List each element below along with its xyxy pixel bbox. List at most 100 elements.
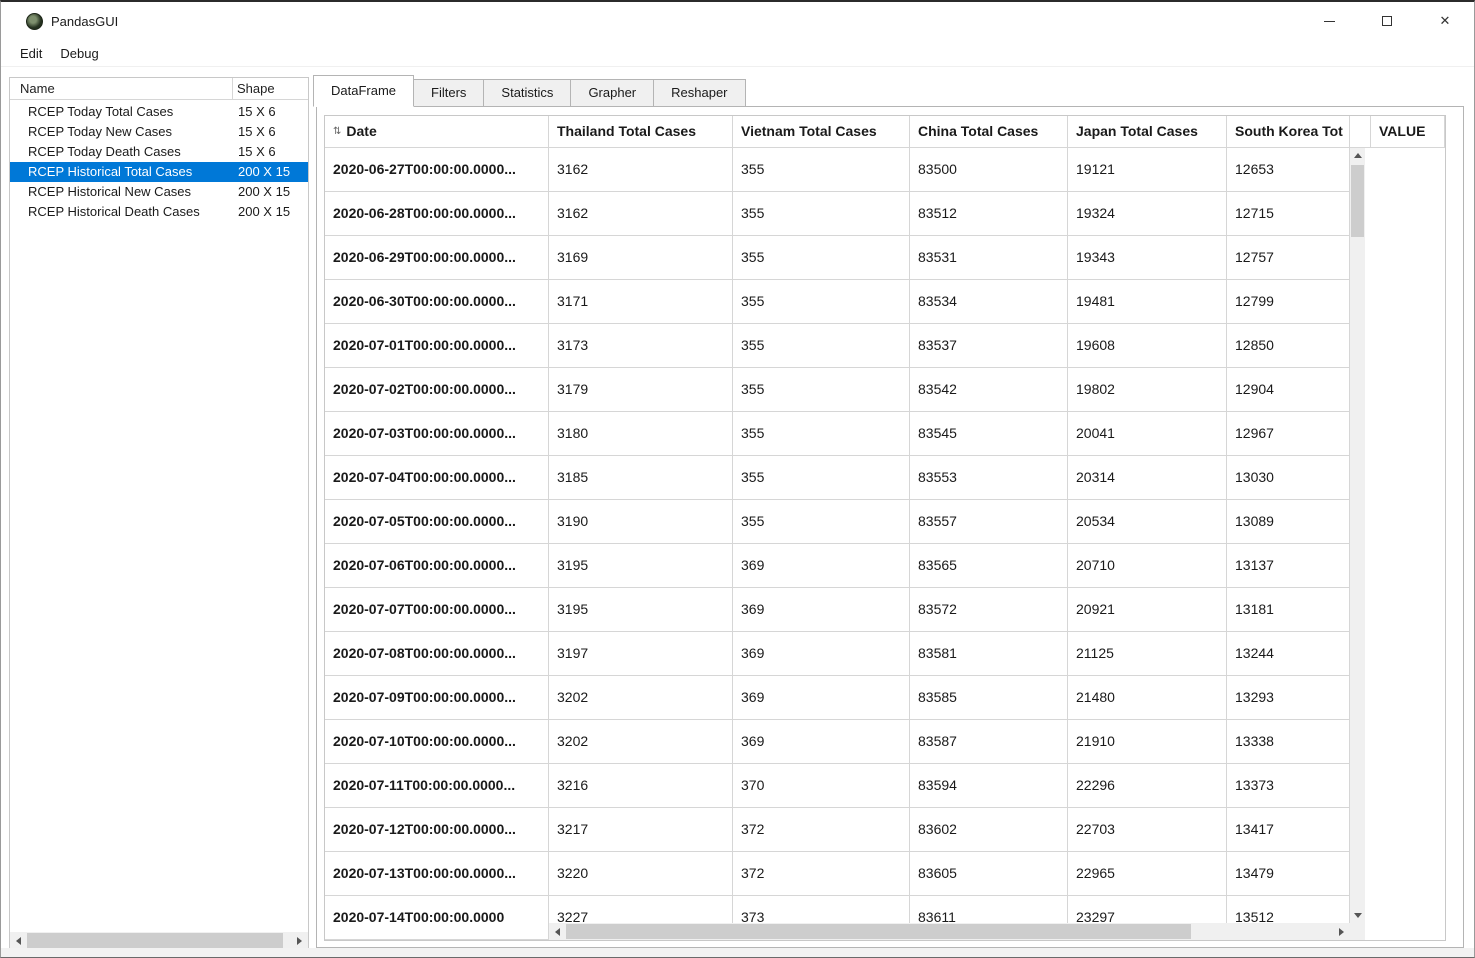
data-cell[interactable]: 372 <box>733 808 910 851</box>
date-cell[interactable]: 2020-06-27T00:00:00.0000... <box>325 148 549 191</box>
data-cell[interactable]: 83572 <box>910 588 1068 631</box>
data-cell[interactable]: 3195 <box>549 544 733 587</box>
date-cell[interactable]: 2020-07-03T00:00:00.0000... <box>325 412 549 455</box>
date-cell[interactable]: 2020-07-13T00:00:00.0000... <box>325 852 549 895</box>
sidebar-horizontal-scrollbar[interactable] <box>10 932 308 949</box>
data-cell[interactable]: 13373 <box>1227 764 1350 807</box>
data-cell[interactable]: 19343 <box>1068 236 1227 279</box>
data-cell[interactable]: 3180 <box>549 412 733 455</box>
data-cell[interactable]: 3162 <box>549 192 733 235</box>
data-cell[interactable]: 12904 <box>1227 368 1350 411</box>
date-cell[interactable]: 2020-07-01T00:00:00.0000... <box>325 324 549 367</box>
minimize-button[interactable] <box>1300 2 1358 40</box>
date-cell[interactable]: 2020-06-29T00:00:00.0000... <box>325 236 549 279</box>
data-cell[interactable]: 372 <box>733 852 910 895</box>
date-cell[interactable]: 2020-06-28T00:00:00.0000... <box>325 192 549 235</box>
data-cell[interactable]: 355 <box>733 500 910 543</box>
data-cell[interactable]: 355 <box>733 368 910 411</box>
data-cell[interactable]: 83512 <box>910 192 1068 235</box>
data-cell[interactable]: 83534 <box>910 280 1068 323</box>
tab-filters[interactable]: Filters <box>413 79 485 107</box>
data-cell[interactable]: 13089 <box>1227 500 1350 543</box>
tab-statistics[interactable]: Statistics <box>483 79 572 107</box>
column-header-south-korea-tot[interactable]: South Korea Tot <box>1227 116 1350 147</box>
date-cell[interactable]: 2020-07-04T00:00:00.0000... <box>325 456 549 499</box>
data-cell[interactable]: 3190 <box>549 500 733 543</box>
data-cell[interactable]: 3162 <box>549 148 733 191</box>
data-cell[interactable]: 13137 <box>1227 544 1350 587</box>
date-cell[interactable]: 2020-06-30T00:00:00.0000... <box>325 280 549 323</box>
data-cell[interactable]: 369 <box>733 720 910 763</box>
data-cell[interactable]: 12799 <box>1227 280 1350 323</box>
data-cell[interactable]: 83557 <box>910 500 1068 543</box>
data-cell[interactable]: 83500 <box>910 148 1068 191</box>
data-cell[interactable]: 3216 <box>549 764 733 807</box>
data-cell[interactable]: 20534 <box>1068 500 1227 543</box>
data-cell[interactable]: 355 <box>733 412 910 455</box>
data-cell[interactable]: 83553 <box>910 456 1068 499</box>
data-cell[interactable]: 3217 <box>549 808 733 851</box>
scroll-right-button[interactable] <box>291 932 308 949</box>
data-cell[interactable]: 3185 <box>549 456 733 499</box>
scroll-down-button[interactable] <box>1350 908 1365 923</box>
dataframe-list-item-rcep-historical-new-cases[interactable]: RCEP Historical New Cases 200 X 15 <box>10 182 308 202</box>
data-cell[interactable]: 22965 <box>1068 852 1227 895</box>
data-cell[interactable]: 19324 <box>1068 192 1227 235</box>
data-cell[interactable]: 83587 <box>910 720 1068 763</box>
scroll-up-button[interactable] <box>1350 148 1365 163</box>
scrollbar-thumb[interactable] <box>566 924 1191 939</box>
date-cell[interactable]: 2020-07-09T00:00:00.0000... <box>325 676 549 719</box>
dataframe-list-item-rcep-historical-death-cases[interactable]: RCEP Historical Death Cases 200 X 15 <box>10 202 308 222</box>
tab-reshaper[interactable]: Reshaper <box>653 79 746 107</box>
data-cell[interactable]: 83542 <box>910 368 1068 411</box>
data-cell[interactable]: 22703 <box>1068 808 1227 851</box>
data-cell[interactable]: 355 <box>733 192 910 235</box>
scrollbar-track[interactable] <box>27 932 291 949</box>
scroll-left-button[interactable] <box>549 923 566 940</box>
data-cell[interactable]: 83565 <box>910 544 1068 587</box>
date-cell[interactable]: 2020-07-10T00:00:00.0000... <box>325 720 549 763</box>
data-cell[interactable]: 3220 <box>549 852 733 895</box>
splitter-handle[interactable] <box>309 77 316 950</box>
data-cell[interactable]: 369 <box>733 632 910 675</box>
data-cell[interactable]: 83545 <box>910 412 1068 455</box>
date-cell[interactable]: 2020-07-12T00:00:00.0000... <box>325 808 549 851</box>
tab-dataframe[interactable]: DataFrame <box>313 75 415 107</box>
column-header-thailand-total-cases[interactable]: Thailand Total Cases <box>549 116 733 147</box>
data-cell[interactable]: 20314 <box>1068 456 1227 499</box>
tab-grapher[interactable]: Grapher <box>570 79 655 107</box>
scrollbar-thumb[interactable] <box>27 933 283 948</box>
data-cell[interactable]: 12715 <box>1227 192 1350 235</box>
data-cell[interactable]: 3169 <box>549 236 733 279</box>
data-cell[interactable]: 13181 <box>1227 588 1350 631</box>
data-cell[interactable]: 3202 <box>549 720 733 763</box>
scrollbar-track[interactable] <box>566 923 1333 940</box>
data-cell[interactable]: 12653 <box>1227 148 1350 191</box>
data-cell[interactable]: 83537 <box>910 324 1068 367</box>
data-cell[interactable]: 13338 <box>1227 720 1350 763</box>
scroll-right-button[interactable] <box>1333 923 1350 940</box>
data-cell[interactable]: 19802 <box>1068 368 1227 411</box>
data-cell[interactable]: 355 <box>733 148 910 191</box>
column-header-value[interactable]: VALUE <box>1370 116 1445 147</box>
data-cell[interactable]: 13417 <box>1227 808 1350 851</box>
dataframe-list-item-rcep-historical-total-cases[interactable]: RCEP Historical Total Cases 200 X 15 <box>10 162 308 182</box>
data-cell[interactable]: 20921 <box>1068 588 1227 631</box>
date-cell[interactable]: 2020-07-08T00:00:00.0000... <box>325 632 549 675</box>
data-cell[interactable]: 21125 <box>1068 632 1227 675</box>
data-cell[interactable]: 13293 <box>1227 676 1350 719</box>
data-cell[interactable]: 83605 <box>910 852 1068 895</box>
column-header-vietnam-total-cases[interactable]: Vietnam Total Cases <box>733 116 910 147</box>
date-cell[interactable]: 2020-07-14T00:00:00.0000 <box>325 896 549 939</box>
data-cell[interactable]: 13479 <box>1227 852 1350 895</box>
list-column-header-name[interactable]: Name <box>10 78 232 99</box>
data-cell[interactable]: 19121 <box>1068 148 1227 191</box>
data-cell[interactable]: 83581 <box>910 632 1068 675</box>
data-cell[interactable]: 83531 <box>910 236 1068 279</box>
data-cell[interactable]: 12850 <box>1227 324 1350 367</box>
data-cell[interactable]: 355 <box>733 280 910 323</box>
date-cell[interactable]: 2020-07-02T00:00:00.0000... <box>325 368 549 411</box>
date-cell[interactable]: 2020-07-07T00:00:00.0000... <box>325 588 549 631</box>
date-cell[interactable]: 2020-07-11T00:00:00.0000... <box>325 764 549 807</box>
data-cell[interactable]: 20041 <box>1068 412 1227 455</box>
